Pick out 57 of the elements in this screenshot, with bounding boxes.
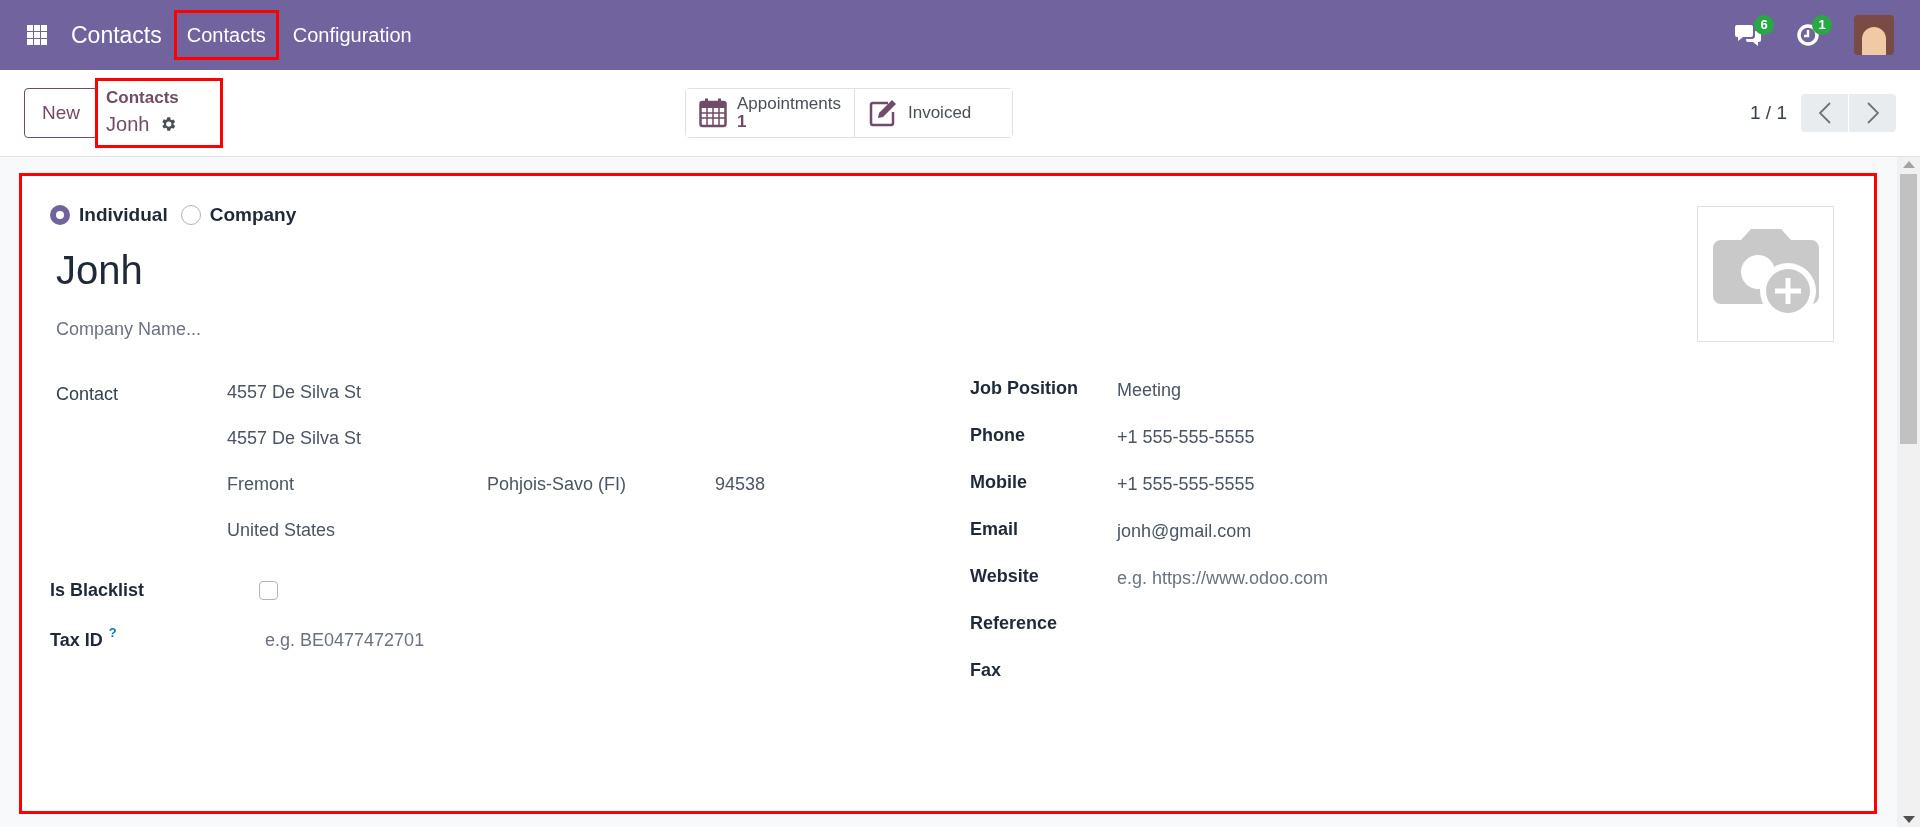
smart-button-count: 1 (737, 113, 747, 131)
app-title[interactable]: Contacts (71, 17, 162, 53)
field-label: Website (970, 565, 1040, 588)
smart-button-label: Invoiced (907, 104, 972, 122)
website-field[interactable]: e.g. https://www.odoo.com (1117, 563, 1517, 592)
field-value[interactable]: jonh@gmail.com (1117, 516, 1252, 545)
radio-label[interactable]: Individual (79, 200, 168, 230)
radio-button[interactable] (180, 205, 201, 225)
chat-icon[interactable] (1734, 23, 1762, 47)
next-button[interactable] (1849, 94, 1896, 132)
photo-placeholder[interactable] (1697, 206, 1834, 342)
menu-link[interactable]: Configuration (279, 10, 425, 60)
company-name-field[interactable]: Company Name... (56, 316, 556, 343)
country-field[interactable]: United States (227, 517, 766, 563)
breadcrumb-link[interactable]: Contacts (106, 87, 220, 109)
record-name: Jonh (106, 111, 150, 137)
field-label: Fax (970, 659, 1003, 682)
field-label: Email (970, 518, 1020, 541)
calendar-icon (699, 98, 727, 128)
new-button[interactable]: New (24, 88, 98, 138)
street2-field[interactable]: 4557 De Silva St (227, 425, 766, 471)
help-tooltip[interactable]: ? (108, 623, 117, 643)
street-field[interactable]: 4557 De Silva St (227, 379, 766, 425)
clock-icon[interactable] (1796, 23, 1820, 47)
zip-field[interactable]: 94538 (715, 471, 766, 517)
field-label: Contact (56, 383, 120, 406)
radio-button[interactable] (50, 205, 70, 225)
field-value[interactable]: +1 555-555-5555 (1117, 469, 1255, 498)
menu-link[interactable]: Contacts (173, 10, 279, 60)
previous-button[interactable] (1801, 94, 1848, 132)
field-label: Tax ID (50, 629, 103, 652)
count-badge: 1 (1812, 15, 1832, 35)
field-value[interactable]: Meeting (1117, 375, 1182, 404)
chevron-right-icon (1866, 102, 1879, 124)
field-label: Phone (970, 424, 1026, 447)
contact-name-field[interactable]: Jonh (56, 242, 556, 298)
field-label: Is Blacklist (50, 578, 146, 602)
field-label: Mobile (970, 471, 1028, 494)
pager-value: 1 / 1 (1750, 100, 1787, 125)
tax-id-field[interactable]: e.g. BE0477472701 (265, 627, 565, 654)
smart-button-label: Appointments (737, 95, 841, 113)
app-grid-icon[interactable] (27, 25, 47, 45)
count-badge: 6 (1754, 15, 1774, 35)
field-label: Reference (970, 612, 1059, 635)
city-field[interactable]: Fremont (227, 471, 487, 517)
user-avatar[interactable] (1854, 15, 1894, 55)
scroll-down-icon[interactable] (1902, 816, 1915, 823)
state-field[interactable]: Pohjois-Savo (FI) (487, 471, 715, 517)
field-value[interactable]: +1 555-555-5555 (1117, 422, 1255, 451)
checkbox[interactable] (259, 580, 278, 600)
field-label: Job Position (970, 377, 1079, 400)
radio-label[interactable]: Company (209, 200, 297, 230)
chevron-left-icon (1818, 102, 1831, 124)
scrollbar[interactable] (1897, 157, 1920, 827)
smart-button[interactable]: Invoiced (853, 89, 1012, 137)
pencil-square-icon (867, 98, 898, 128)
scrollbar-thumb[interactable] (1900, 174, 1917, 444)
